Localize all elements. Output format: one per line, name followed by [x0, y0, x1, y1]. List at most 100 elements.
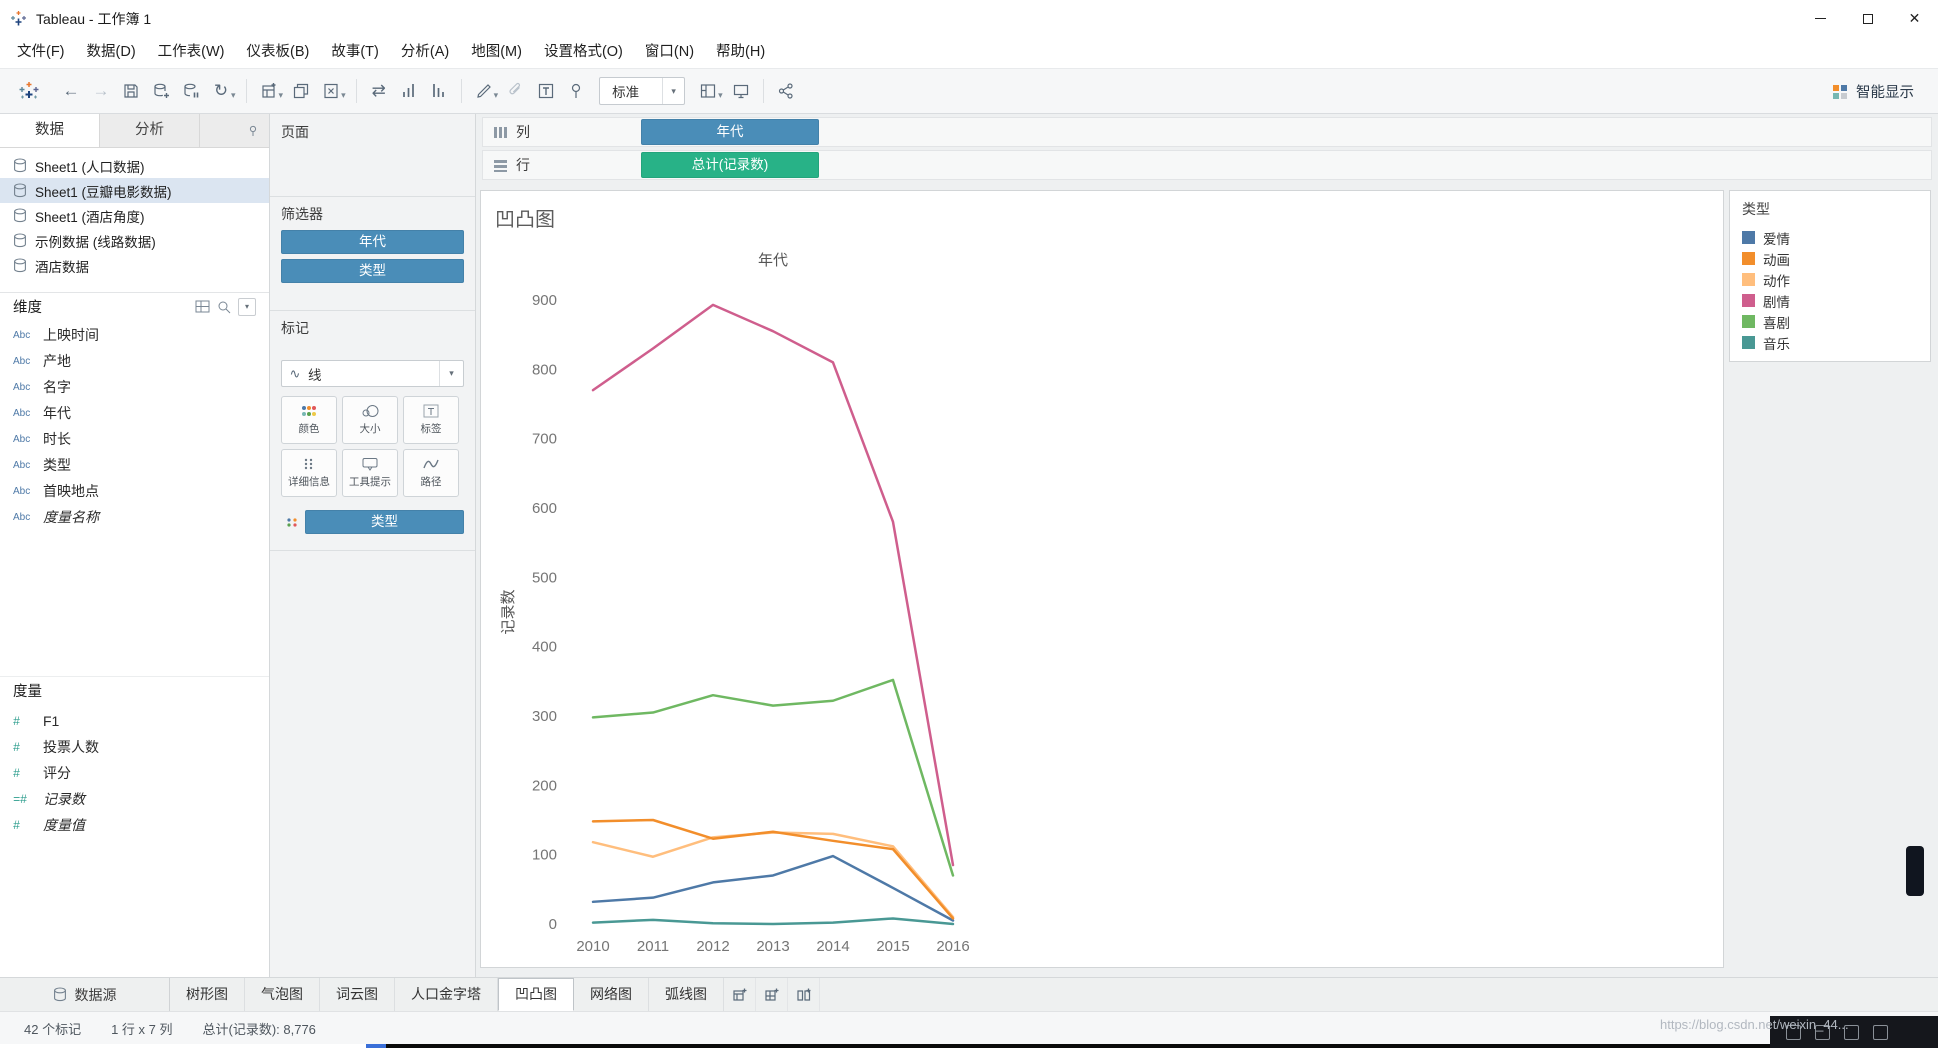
legend-item[interactable]: 音乐 [1742, 332, 1918, 353]
data-source-item[interactable]: 酒店数据 [0, 253, 269, 278]
mark-type-dropdown[interactable]: ∿ 线 ▾ [281, 360, 464, 387]
sheet-tab[interactable]: 气泡图 [245, 978, 320, 1011]
fix-axes-button[interactable] [561, 76, 591, 106]
legend-item[interactable]: 喜剧 [1742, 311, 1918, 332]
maximize-button[interactable] [1844, 0, 1891, 37]
swap-axes-button[interactable]: ⇄ [364, 76, 394, 106]
field-item[interactable]: Abc 上映时间 [0, 322, 269, 348]
pin-pane-icon[interactable] [247, 125, 259, 137]
data-source-item[interactable]: Sheet1 (豆瓣电影数据) [0, 178, 269, 203]
sheet-tab[interactable]: 弧线图 [649, 978, 724, 1011]
mark-label-button[interactable]: 标签 [403, 396, 459, 444]
show-mark-labels-button[interactable] [531, 76, 561, 106]
mark-color-button[interactable]: 颜色 [281, 396, 337, 444]
menu-item[interactable]: 故事(T) [320, 37, 390, 68]
line-series-喜剧[interactable] [591, 678, 955, 877]
sheet-tab[interactable]: 树形图 [170, 978, 245, 1011]
show-me-button[interactable]: 智能显示 [1820, 77, 1926, 106]
field-item[interactable]: Abc 时长 [0, 426, 269, 452]
duplicate-sheet-button[interactable] [286, 76, 316, 106]
menu-item[interactable]: 文件(F) [6, 37, 76, 68]
redo-button[interactable]: → [86, 76, 116, 106]
legend-item[interactable]: 动作 [1742, 269, 1918, 290]
sheet-tab[interactable]: 网络图 [574, 978, 649, 1011]
rows-shelf[interactable]: 行 总计(记录数) [482, 150, 1932, 180]
fit-dropdown[interactable]: 标准 ▾ [599, 77, 686, 105]
highlight-caret-icon[interactable]: ▾ [494, 90, 499, 101]
clear-caret-icon[interactable]: ▾ [341, 90, 346, 101]
menu-item[interactable]: 仪表板(B) [236, 37, 321, 68]
new-dashboard-tab-button[interactable] [756, 978, 788, 1011]
save-button[interactable] [116, 76, 146, 106]
field-item[interactable]: # F1 [0, 708, 269, 734]
tab-analytics[interactable]: 分析 [100, 114, 200, 147]
search-icon[interactable] [217, 300, 231, 314]
field-item[interactable]: Abc 类型 [0, 452, 269, 478]
menu-item[interactable]: 设置格式(O) [533, 37, 634, 68]
group-members-button[interactable] [501, 76, 531, 106]
fields-menu-caret[interactable]: ▾ [238, 297, 256, 316]
columns-pill[interactable]: 年代 [641, 119, 819, 145]
close-button[interactable]: ✕ [1891, 0, 1938, 37]
mark-type-caret[interactable]: ▾ [439, 361, 463, 386]
line-chart[interactable]: 年代记录数 0 100 200 300 400 500 600 700 800 900 2010 201… [499, 241, 1019, 961]
undo-button[interactable]: ← [56, 76, 86, 106]
line-series-动画[interactable] [591, 818, 955, 920]
field-item[interactable]: Abc 首映地点 [0, 478, 269, 504]
sheet-tab[interactable]: 人口金字塔 [395, 978, 498, 1011]
marks-color-pill[interactable]: 类型 [305, 510, 464, 534]
field-item[interactable]: Abc 度量名称 [0, 504, 269, 530]
new-story-tab-button[interactable] [788, 978, 820, 1011]
rows-pill[interactable]: 总计(记录数) [641, 152, 819, 178]
mark-path-button[interactable]: 路径 [403, 449, 459, 497]
field-item[interactable]: # 投票人数 [0, 734, 269, 760]
new-sheet-caret-icon[interactable]: ▾ [279, 90, 284, 101]
fit-caret-icon[interactable]: ▾ [662, 78, 684, 104]
legend-item[interactable]: 爱情 [1742, 227, 1918, 248]
sheet-tab-active[interactable]: 凹凸图 [498, 978, 574, 1011]
cards-caret-icon[interactable]: ▾ [718, 90, 723, 101]
menu-item[interactable]: 窗口(N) [634, 37, 705, 68]
share-button[interactable] [771, 76, 801, 106]
columns-shelf[interactable]: 列 年代 [482, 117, 1932, 147]
mark-tooltip-button[interactable]: 工具提示 [342, 449, 398, 497]
filter-pill[interactable]: 年代 [281, 230, 464, 254]
field-item[interactable]: =# 记录数 [0, 786, 269, 812]
menu-item[interactable]: 帮助(H) [705, 37, 776, 68]
legend-item[interactable]: 动画 [1742, 248, 1918, 269]
legend-item[interactable]: 剧情 [1742, 290, 1918, 311]
field-item[interactable]: Abc 产地 [0, 348, 269, 374]
sort-descending-button[interactable] [424, 76, 454, 106]
field-item[interactable]: Abc 名字 [0, 374, 269, 400]
filter-pill[interactable]: 类型 [281, 259, 464, 283]
presentation-mode-button[interactable] [726, 76, 756, 106]
data-source-item[interactable]: Sheet1 (人口数据) [0, 153, 269, 178]
refresh-caret-icon[interactable]: ▾ [231, 90, 236, 101]
tableau-home-button[interactable] [12, 76, 46, 106]
menu-item[interactable]: 数据(D) [76, 37, 147, 68]
tab-data[interactable]: 数据 [0, 114, 100, 147]
mark-button-label: 大小 [359, 423, 381, 435]
menu-item[interactable]: 地图(M) [460, 37, 533, 68]
line-series-音乐[interactable] [591, 917, 955, 926]
view-data-icon[interactable] [195, 300, 210, 313]
field-item[interactable]: Abc 年代 [0, 400, 269, 426]
mark-detail-button[interactable]: 详细信息 [281, 449, 337, 497]
data-source-item[interactable]: Sheet1 (酒店角度) [0, 203, 269, 228]
data-source-tab[interactable]: 数据源 [0, 978, 170, 1011]
line-series-剧情[interactable] [591, 303, 955, 867]
data-source-item[interactable]: 示例数据 (线路数据) [0, 228, 269, 253]
minimize-button[interactable] [1797, 0, 1844, 37]
field-item[interactable]: # 评分 [0, 760, 269, 786]
sheet-tab[interactable]: 词云图 [320, 978, 395, 1011]
new-worksheet-tab-button[interactable] [724, 978, 756, 1011]
field-item[interactable]: # 度量值 [0, 812, 269, 838]
line-series-爱情[interactable] [591, 854, 955, 922]
menu-item[interactable]: 工作表(W) [147, 37, 236, 68]
menu-item[interactable]: 分析(A) [390, 37, 460, 68]
pause-updates-button[interactable] [176, 76, 206, 106]
sort-ascending-button[interactable] [394, 76, 424, 106]
add-datasource-button[interactable] [146, 76, 176, 106]
mark-size-button[interactable]: 大小 [342, 396, 398, 444]
y-tick-label: 900 [532, 292, 557, 309]
